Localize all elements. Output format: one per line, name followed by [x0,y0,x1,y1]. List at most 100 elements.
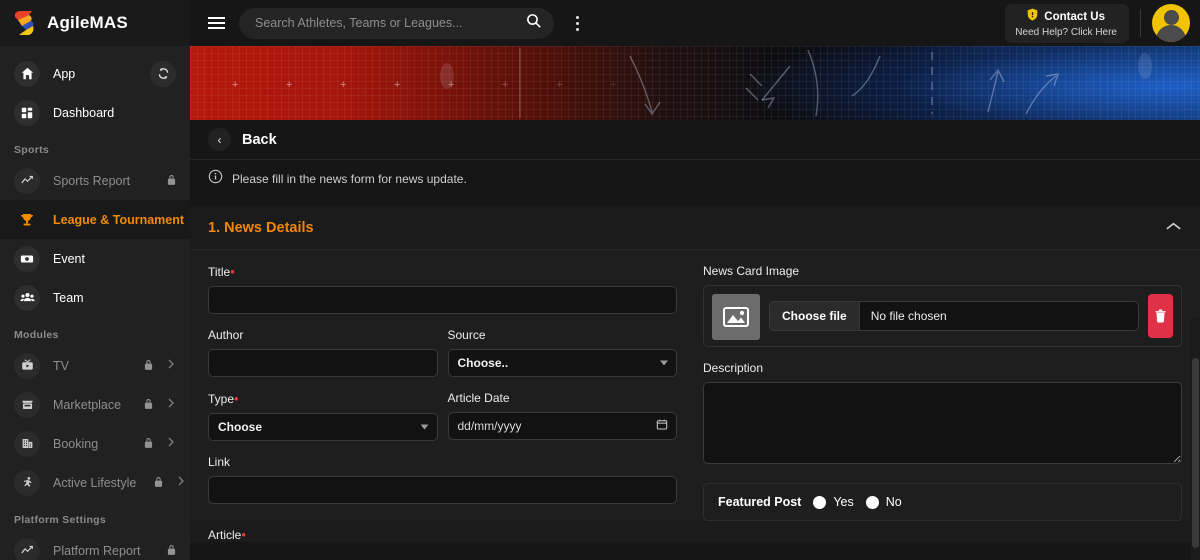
sidebar-item-marketplace[interactable]: Marketplace [0,385,190,424]
search-input[interactable] [255,16,526,30]
sidebar-item-active-lifestyle[interactable]: Active Lifestyle [0,463,190,502]
required-marker: • [230,264,235,279]
type-label: Type• [208,391,438,406]
trash-icon[interactable] [1148,294,1173,338]
link-label: Link [208,455,677,469]
sidebar-item-event[interactable]: Event [0,239,190,278]
chevron-down-icon [421,425,429,430]
article-label: Article• [208,527,1182,542]
sidebar-item-app[interactable]: App [0,54,190,93]
trophy-icon [14,207,40,233]
sidebar-item-label: Dashboard [53,106,176,120]
file-input[interactable]: Choose file No file chosen [769,301,1139,331]
calendar-icon[interactable] [656,419,668,434]
choose-file-button[interactable]: Choose file [770,302,860,330]
hamburger-icon[interactable] [208,17,225,29]
sync-icon[interactable] [150,61,176,87]
source-selected-value: Choose.. [458,356,509,370]
link-input[interactable] [208,476,677,504]
radio-label: No [886,495,902,509]
featured-post-no[interactable]: No [866,495,902,509]
form-left-column: Title• Author Source [190,264,695,521]
more-vertical-icon[interactable] [568,16,586,31]
topbar: Contact Us Need Help? Click Here [190,0,1200,46]
sidebar-item-dashboard[interactable]: Dashboard [0,93,190,132]
scrollbar-thumb[interactable] [1192,358,1199,548]
field-author: Author [208,328,438,377]
featured-post-group: Featured Post Yes No [703,483,1182,521]
description-label: Description [703,361,1182,375]
topbar-right: Contact Us Need Help? Click Here [1005,4,1190,43]
field-news-card-image: News Card Image Choose file No file chos… [703,264,1182,347]
file-status-text: No file chosen [860,309,947,323]
description-textarea[interactable] [703,382,1182,464]
author-input[interactable] [208,349,438,377]
sidebar-item-label: Marketplace [53,398,126,412]
contact-us-button[interactable]: Contact Us Need Help? Click Here [1005,4,1129,43]
chevron-left-icon[interactable]: ‹ [208,128,231,151]
source-select[interactable]: Choose.. [448,349,678,377]
brand-name: AgileMAS [47,13,128,33]
card-header: 1. News Details [190,206,1200,250]
section-title: 1. News Details [208,220,314,236]
sidebar-item-label: Booking [53,437,126,451]
field-description: Description [703,361,1182,469]
building-icon [14,431,40,457]
title-label: Title• [208,264,677,279]
sidebar-item-sports-report[interactable]: Sports Report [0,161,190,200]
sidebar-group-sports: Sports [0,132,190,161]
chevron-right-icon[interactable] [166,436,176,451]
type-select[interactable]: Choose [208,413,438,441]
sidebar-item-tv[interactable]: TV [0,346,190,385]
vertical-scrollbar[interactable] [1191,318,1200,560]
shield-icon [1027,8,1038,26]
type-date-row: Type• Choose Article Date dd/mm [208,391,677,455]
runner-icon [14,470,40,496]
radio-label: Yes [833,495,853,509]
app-root: AgileMAS App [0,0,1200,560]
avatar[interactable] [1152,4,1190,42]
sidebar-item-league-tournament[interactable]: League & Tournament [0,200,190,239]
sidebar-item-label: Event [53,252,176,266]
source-label: Source [448,328,678,342]
sidebar-item-label: App [53,67,137,81]
chevron-right-icon[interactable] [166,358,176,373]
trend-line-icon [14,538,40,560]
store-icon [14,392,40,418]
featured-post-yes[interactable]: Yes [813,495,853,509]
chevron-up-icon[interactable] [1165,219,1182,237]
ticket-icon [14,246,40,272]
chevron-right-icon[interactable] [176,475,186,490]
home-icon [14,61,40,87]
lock-icon [167,544,176,558]
title-input[interactable] [208,286,677,314]
news-card-image-label: News Card Image [703,264,1182,278]
sidebar-item-label: League & Tournament [53,213,184,227]
contact-us-title: Contact Us [1044,11,1105,23]
article-date-input[interactable]: dd/mm/yyyy [448,412,678,440]
sidebar-item-booking[interactable]: Booking [0,424,190,463]
sidebar-item-label: Sports Report [53,174,149,188]
news-details-card: 1. News Details Title• [190,206,1200,542]
agilemas-ribbon-logo-icon [12,8,38,38]
sidebar-item-platform-report[interactable]: Platform Report [0,531,190,560]
hero-banner: ++ ++ ++ ++ [190,46,1200,120]
info-text: Please fill in the news form for news up… [232,172,467,186]
back-button[interactable]: Back [242,132,277,148]
radio-icon[interactable] [866,496,879,509]
lock-icon [154,476,163,490]
sidebar-item-label: TV [53,359,126,373]
trend-line-icon [14,168,40,194]
article-date-label: Article Date [448,391,678,405]
contact-us-subtitle: Need Help? Click Here [1015,27,1117,38]
search-icon[interactable] [526,13,542,34]
sidebar-item-label: Team [53,291,176,305]
brand[interactable]: AgileMAS [0,0,190,46]
sidebar-item-team[interactable]: Team [0,278,190,317]
chevron-right-icon[interactable] [166,397,176,412]
search-box[interactable] [239,8,554,39]
image-placeholder-icon [712,294,760,340]
field-link: Link [208,455,677,504]
radio-icon[interactable] [813,496,826,509]
lock-icon [144,398,153,412]
